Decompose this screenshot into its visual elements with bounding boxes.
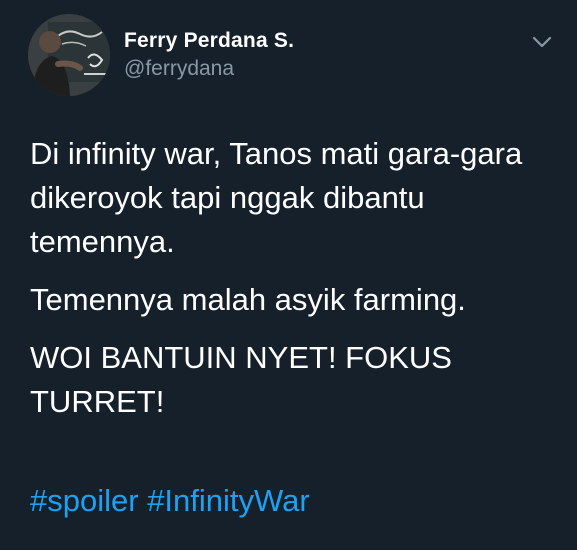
avatar-photo xyxy=(28,14,110,96)
author-names: Ferry Perdana S. @ferrydana xyxy=(124,28,294,82)
tweet-hashtags: #spoiler #InfinityWar xyxy=(30,481,310,521)
tweet-paragraph: Di infinity war, Tanos mati gara-gara di… xyxy=(30,136,523,259)
author-handle[interactable]: @ferrydana xyxy=(124,56,294,82)
tweet-paragraph: WOI BANTUIN NYET! FOKUS TURRET! xyxy=(30,340,452,419)
tweet-paragraph: Temennya malah asyik farming. xyxy=(30,282,466,317)
tweet-header: Ferry Perdana S. @ferrydana xyxy=(28,14,558,98)
chevron-down-icon[interactable] xyxy=(530,34,554,50)
tweet-text: Di infinity war, Tanos mati gara-gara di… xyxy=(30,132,550,438)
avatar[interactable] xyxy=(28,14,110,96)
hashtag-link[interactable]: #spoiler xyxy=(30,483,139,518)
author-display-name[interactable]: Ferry Perdana S. xyxy=(124,28,294,54)
tweet-card: Ferry Perdana S. @ferrydana Di infinity … xyxy=(0,0,577,550)
hashtag-link[interactable]: #InfinityWar xyxy=(147,483,310,518)
